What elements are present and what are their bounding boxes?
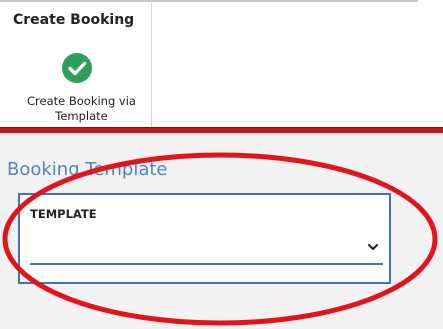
ribbon-group-title: Create Booking	[13, 12, 135, 28]
create-booking-via-template-button[interactable]: Create Booking via Template	[6, 48, 157, 130]
check-circle-icon	[62, 53, 92, 83]
template-select[interactable]	[30, 233, 383, 265]
ribbon-group-create-booking: Create Booking Create Booking via Templa…	[6, 2, 152, 128]
section-title: Booking Template	[7, 159, 168, 180]
chevron-down-icon[interactable]	[367, 242, 379, 252]
main-content: Booking Template TEMPLATE	[0, 133, 443, 329]
template-field-container: TEMPLATE	[18, 193, 391, 284]
template-field-label: TEMPLATE	[30, 207, 97, 221]
create-booking-via-template-label: Create Booking via Template	[27, 94, 136, 123]
